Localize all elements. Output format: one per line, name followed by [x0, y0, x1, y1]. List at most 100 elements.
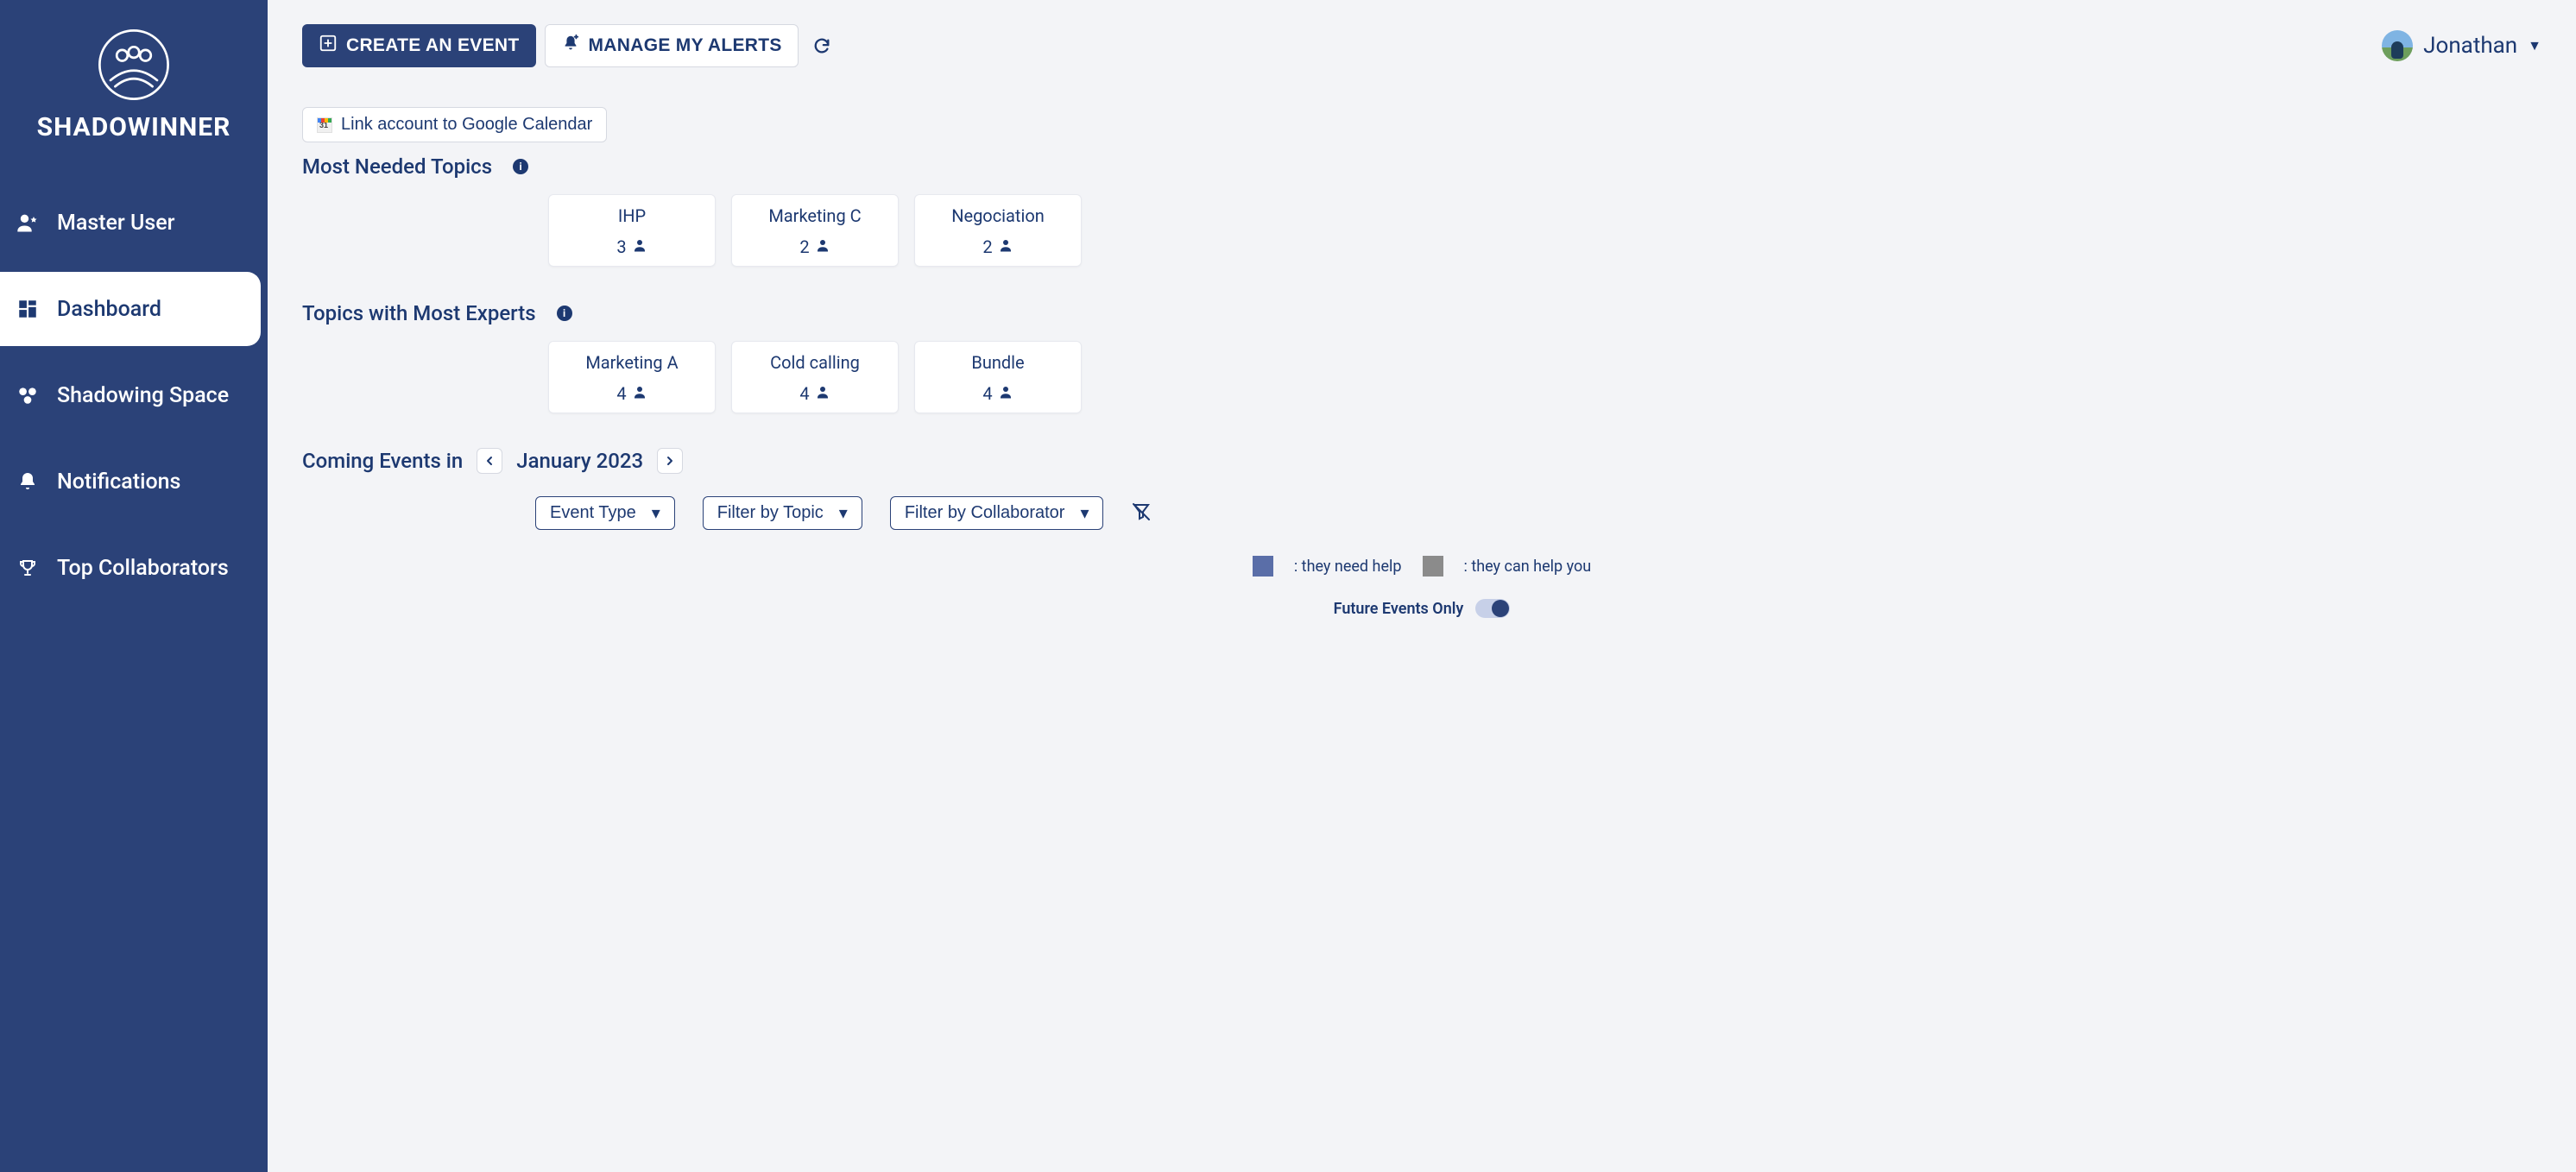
- topic-count: 2: [922, 236, 1074, 257]
- topic-card[interactable]: Marketing C 2: [731, 194, 899, 267]
- topic-name: Cold calling: [739, 352, 891, 373]
- sidebar: SHADOWINNER Master User Dashboard Shadow…: [0, 0, 268, 1172]
- current-month: January 2023: [516, 449, 643, 473]
- filter-by-topic[interactable]: Filter by Topic ▾: [703, 496, 862, 530]
- person-icon: [998, 383, 1013, 404]
- topic-count: 3: [556, 236, 708, 257]
- filter-label: Event Type: [550, 503, 636, 523]
- link-gcal-label: Link account to Google Calendar: [341, 115, 592, 135]
- manage-alerts-label: MANAGE MY ALERTS: [589, 35, 782, 56]
- topic-card[interactable]: IHP 3: [548, 194, 716, 267]
- app-logo-icon: [95, 26, 173, 104]
- filters-row: Event Type ▾ Filter by Topic ▾ Filter by…: [302, 496, 2541, 530]
- topic-count: 4: [556, 383, 708, 404]
- topic-count-value: 2: [799, 236, 809, 257]
- topic-count-value: 4: [799, 383, 809, 404]
- next-month-button[interactable]: [657, 448, 683, 474]
- sidebar-item-dashboard[interactable]: Dashboard: [0, 272, 261, 346]
- topic-name: Marketing A: [556, 352, 708, 373]
- legend-help-label: : they can help you: [1464, 558, 1592, 576]
- person-icon: [815, 236, 830, 257]
- bell-plus-icon: [561, 34, 580, 58]
- clear-filters-button[interactable]: [1131, 501, 1152, 526]
- info-icon[interactable]: i: [513, 159, 528, 174]
- most-experts-header: Topics with Most Experts i: [302, 301, 2541, 325]
- person-icon: [998, 236, 1013, 257]
- most-needed-title: Most Needed Topics: [302, 154, 492, 179]
- topic-name: Marketing C: [739, 205, 891, 226]
- coming-events-prefix: Coming Events in: [302, 449, 463, 473]
- sidebar-item-label: Top Collaborators: [57, 556, 229, 581]
- user-menu[interactable]: Jonathan ▼: [2382, 30, 2541, 61]
- caret-down-icon: ▼: [2528, 37, 2541, 54]
- sidebar-item-top-collaborators[interactable]: Top Collaborators: [0, 531, 268, 605]
- refresh-icon: [812, 36, 831, 55]
- legend-swatch-help: [1423, 556, 1443, 577]
- sidebar-item-shadowing-space[interactable]: Shadowing Space: [0, 358, 268, 432]
- topbar: CREATE AN EVENT MANAGE MY ALERTS Jonatha…: [302, 24, 2541, 67]
- topic-count: 4: [922, 383, 1074, 404]
- topic-card[interactable]: Bundle 4: [914, 341, 1082, 413]
- sidebar-item-notifications[interactable]: Notifications: [0, 444, 268, 519]
- most-experts-cards: Marketing A 4 Cold calling 4 Bundle 4: [302, 341, 2541, 413]
- person-icon: [632, 383, 647, 404]
- refresh-button[interactable]: [807, 33, 837, 59]
- filter-off-icon: [1131, 501, 1152, 522]
- avatar: [2382, 30, 2413, 61]
- bell-icon: [16, 469, 40, 494]
- topic-count: 4: [739, 383, 891, 404]
- trophy-icon: [16, 556, 40, 580]
- topic-name: IHP: [556, 205, 708, 226]
- most-needed-cards: IHP 3 Marketing C 2 Negociation 2: [302, 194, 2541, 267]
- create-event-label: CREATE AN EVENT: [346, 35, 520, 56]
- future-events-toggle-row: Future Events Only: [302, 599, 2541, 618]
- user-name: Jonathan: [2423, 33, 2517, 59]
- master-user-icon: [16, 211, 40, 235]
- google-calendar-icon: [317, 117, 332, 133]
- chevron-left-icon: [483, 454, 496, 468]
- filter-by-collaborator[interactable]: Filter by Collaborator ▾: [890, 496, 1104, 530]
- filter-event-type[interactable]: Event Type ▾: [535, 496, 675, 530]
- topic-count-value: 4: [616, 383, 626, 404]
- coming-events-header: Coming Events in January 2023: [302, 448, 2541, 474]
- person-icon: [632, 236, 647, 257]
- topic-name: Bundle: [922, 352, 1074, 373]
- topbar-actions: CREATE AN EVENT MANAGE MY ALERTS: [302, 24, 837, 67]
- chevron-right-icon: [663, 454, 677, 468]
- plus-square-icon: [319, 34, 338, 58]
- sidebar-item-master-user[interactable]: Master User: [0, 186, 268, 260]
- topic-count-value: 2: [982, 236, 992, 257]
- caret-down-icon: ▾: [839, 502, 848, 524]
- most-needed-header: Most Needed Topics i: [302, 154, 2541, 179]
- shadowing-space-icon: [16, 383, 40, 407]
- topic-count-value: 4: [982, 383, 992, 404]
- legend: : they need help : they can help you: [302, 556, 2541, 577]
- filter-label: Filter by Collaborator: [905, 503, 1065, 523]
- link-google-calendar-button[interactable]: Link account to Google Calendar: [302, 107, 607, 142]
- info-icon[interactable]: i: [557, 306, 572, 321]
- topic-count-value: 3: [616, 236, 626, 257]
- future-events-toggle[interactable]: [1475, 599, 1510, 618]
- sidebar-item-label: Dashboard: [57, 297, 161, 322]
- sidebar-item-label: Master User: [57, 211, 174, 236]
- manage-alerts-button[interactable]: MANAGE MY ALERTS: [545, 24, 799, 67]
- legend-need-label: : they need help: [1294, 558, 1402, 576]
- caret-down-icon: ▾: [652, 502, 660, 524]
- create-event-button[interactable]: CREATE AN EVENT: [302, 24, 536, 67]
- topic-card[interactable]: Cold calling 4: [731, 341, 899, 413]
- app-name: SHADOWINNER: [17, 112, 250, 142]
- sidebar-nav: Master User Dashboard Shadowing Space No…: [0, 186, 268, 617]
- main-content: CREATE AN EVENT MANAGE MY ALERTS Jonatha…: [268, 0, 2576, 1172]
- most-experts-title: Topics with Most Experts: [302, 301, 536, 325]
- caret-down-icon: ▾: [1080, 502, 1089, 524]
- sidebar-item-label: Shadowing Space: [57, 383, 229, 408]
- topic-card[interactable]: Negociation 2: [914, 194, 1082, 267]
- filter-label: Filter by Topic: [717, 503, 824, 523]
- logo-area: SHADOWINNER: [0, 26, 268, 168]
- legend-swatch-need: [1253, 556, 1273, 577]
- topic-card[interactable]: Marketing A 4: [548, 341, 716, 413]
- prev-month-button[interactable]: [477, 448, 502, 474]
- dashboard-icon: [16, 297, 40, 321]
- person-icon: [815, 383, 830, 404]
- topic-name: Negociation: [922, 205, 1074, 226]
